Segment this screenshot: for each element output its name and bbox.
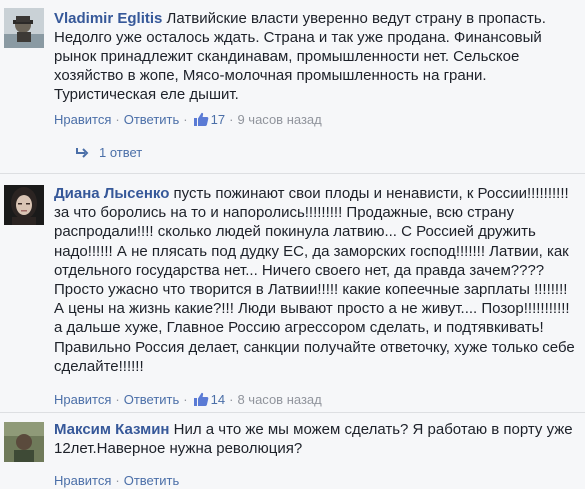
like-link[interactable]: Нравится <box>54 112 111 127</box>
avatar[interactable] <box>4 422 44 462</box>
separator-dot: · <box>115 392 120 407</box>
comment-timestamp[interactable]: 9 часов назад <box>237 112 321 127</box>
separator-dot: · <box>229 392 234 407</box>
like-count[interactable]: 17 <box>211 112 225 127</box>
thumbs-up-icon[interactable] <box>193 391 209 410</box>
reply-link[interactable]: Ответить <box>124 473 180 488</box>
like-link[interactable]: Нравится <box>54 392 111 407</box>
like-link[interactable]: Нравится <box>54 473 111 488</box>
separator-dot: · <box>115 112 120 127</box>
separator-dot: · <box>229 112 234 127</box>
comment-body: Максим Казмин Нил а что же мы можем сдел… <box>54 420 579 458</box>
avatar-photo-icon <box>4 8 44 48</box>
thumbs-up-icon[interactable] <box>193 111 209 130</box>
avatar[interactable] <box>4 185 44 225</box>
view-replies-link[interactable]: 1 ответ <box>75 145 142 162</box>
comment-body: Диана Лысенко пусть пожинают свои плоды … <box>54 184 579 376</box>
comment-body: Vladimir Eglitis Латвийские власти увере… <box>54 9 579 104</box>
comment-actions: Нравится · Ответить <box>54 473 179 488</box>
comment-text: пусть пожинают свои плоды и ненависти, к… <box>54 185 575 375</box>
avatar-photo-icon <box>4 185 44 225</box>
separator-dot: · <box>183 112 188 127</box>
comment-actions: Нравится · Ответить · 14 · 8 часов назад <box>54 391 322 410</box>
comment-actions: Нравится · Ответить · 17 · 9 часов назад <box>54 111 322 130</box>
comment-maksim-kazmin: Максим Казмин Нил а что же мы можем сдел… <box>0 413 585 489</box>
avatar-photo-icon <box>4 422 44 462</box>
comment-timestamp[interactable]: 8 часов назад <box>237 392 321 407</box>
reply-link[interactable]: Ответить <box>124 392 180 407</box>
comment-diana-lysenko: Диана Лысенко пусть пожинают свои плоды … <box>0 174 585 408</box>
comment-author[interactable]: Максим Казмин <box>54 421 169 438</box>
separator-dot: · <box>183 392 188 407</box>
comment-author[interactable]: Диана Лысенко <box>54 185 169 202</box>
like-count[interactable]: 14 <box>211 392 225 407</box>
reply-arrow-icon <box>75 147 89 162</box>
avatar[interactable] <box>4 8 44 48</box>
comment-author[interactable]: Vladimir Eglitis <box>54 10 162 27</box>
replies-count-label[interactable]: 1 ответ <box>99 145 142 160</box>
separator-dot: · <box>115 473 120 488</box>
reply-link[interactable]: Ответить <box>124 112 180 127</box>
comment-vladimir-eglitis: Vladimir Eglitis Латвийские власти увере… <box>0 0 585 170</box>
